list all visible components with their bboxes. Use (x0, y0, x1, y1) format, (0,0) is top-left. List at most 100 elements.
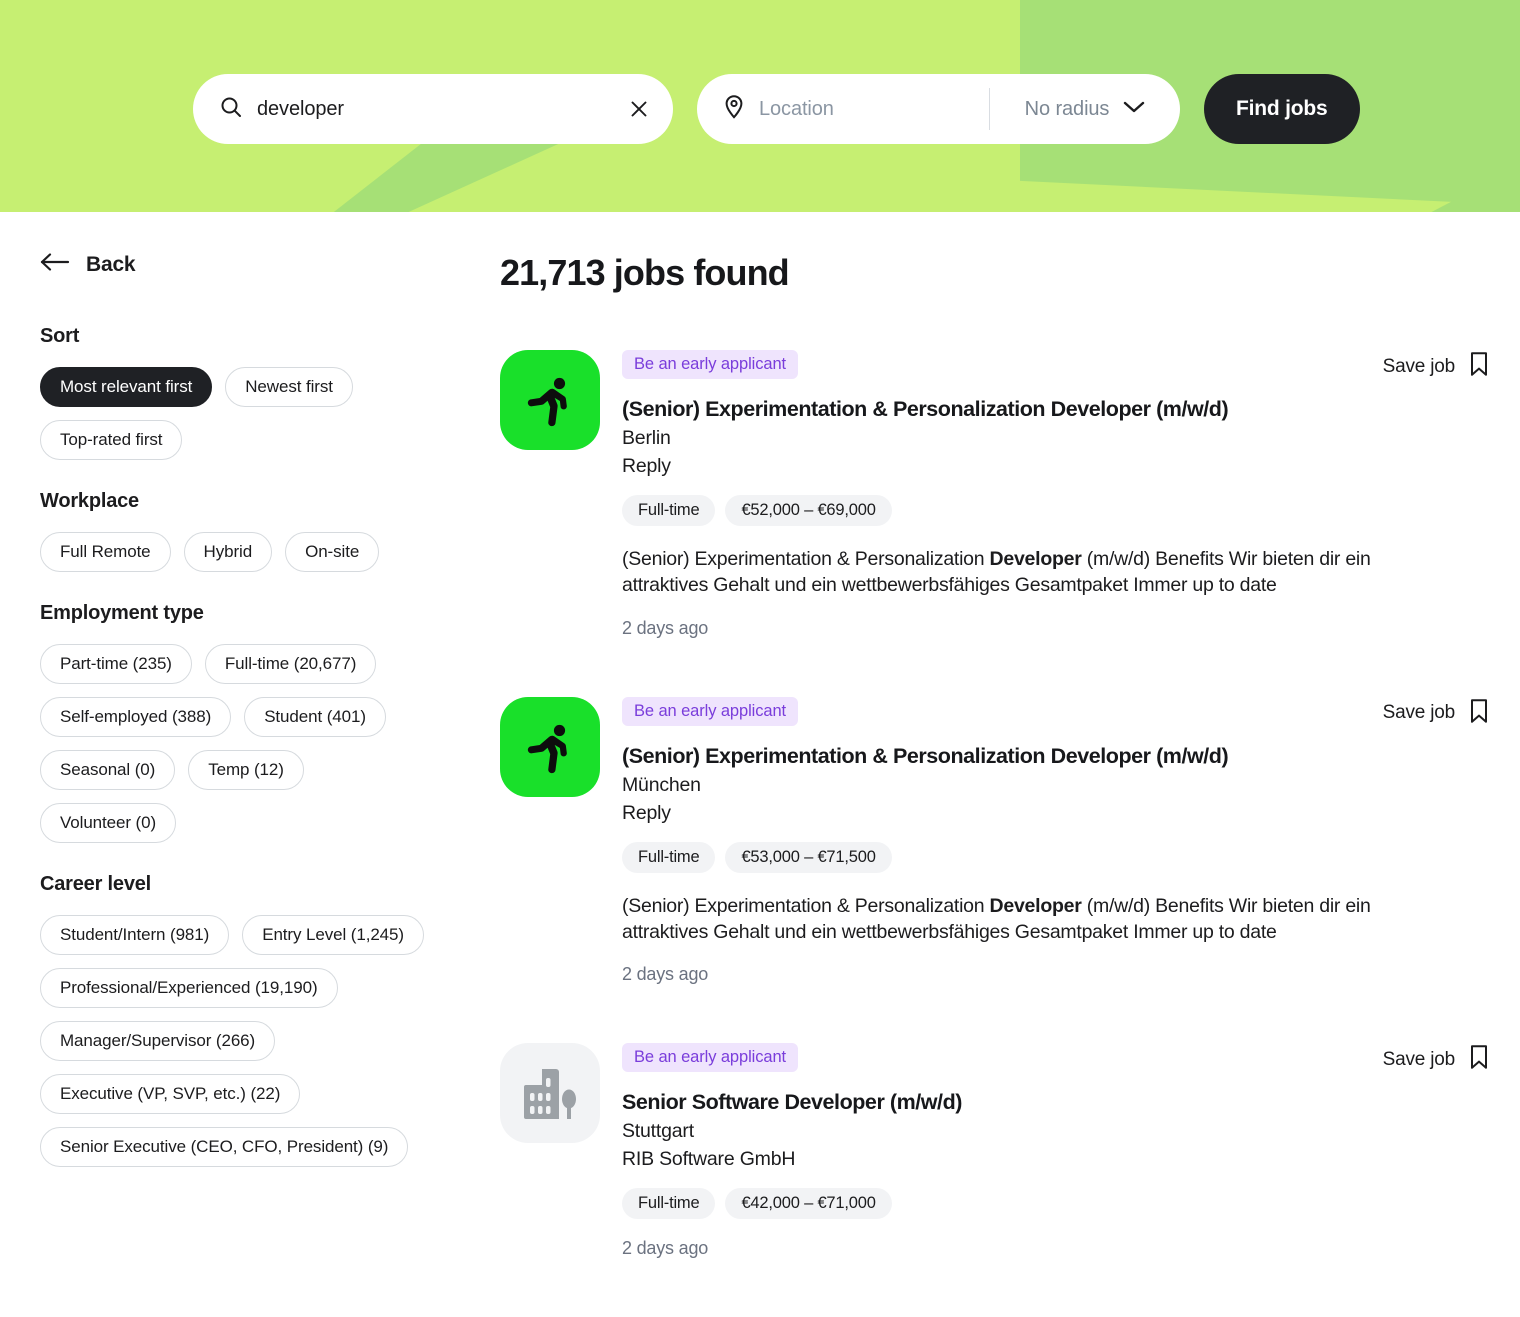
filter-chip[interactable]: Executive (VP, SVP, etc.) (22) (40, 1074, 301, 1114)
filter-chip[interactable]: Part-time (235) (40, 644, 192, 684)
filter-chip[interactable]: Most relevant first (40, 367, 213, 407)
save-job-label: Save job (1382, 702, 1456, 724)
save-job-button[interactable]: Save job (1383, 1043, 1490, 1075)
job-tag-row: Full-time €42,000 – €71,000 (622, 1188, 1490, 1220)
search-bar: developer Location No radius Find jobs (193, 74, 1360, 144)
arrow-left-icon (40, 252, 70, 277)
filter-chip[interactable]: Entry Level (1,245) (242, 915, 424, 955)
filter-chip[interactable]: Full-time (20,677) (204, 644, 377, 684)
filter-chip[interactable]: Student (401) (244, 697, 386, 737)
job-card-body: Be an early applicant Save job (Senior) Ex… (622, 350, 1490, 639)
runner-icon (500, 350, 600, 450)
search-input[interactable]: developer (257, 98, 615, 121)
location-field: Location No radius (697, 74, 1180, 144)
filter-chip[interactable]: Student/Intern (981) (40, 915, 230, 955)
filter-group: Career level Student/Intern (981) Entry Le… (40, 873, 500, 1167)
page-content: Back Sort Most relevant first Newest first… (0, 212, 1520, 1317)
job-card-header: Be an early applicant Save job (622, 350, 1490, 382)
filter-chip[interactable]: Seasonal (0) (40, 750, 176, 790)
job-card-body: Be an early applicant Save job Senior Soft… (622, 1043, 1490, 1259)
job-tag-row: Full-time €52,000 – €69,000 (622, 495, 1490, 526)
job-tag: Full-time (622, 1188, 716, 1220)
back-label: Back (86, 252, 136, 276)
job-tag: Full-time (622, 841, 716, 873)
bookmark-icon (1468, 351, 1490, 382)
job-results: 21,713 jobs found Be an early applicant S… (500, 252, 1520, 1317)
runner-icon (500, 696, 600, 797)
clear-search-button[interactable] (629, 99, 649, 119)
filter-chip[interactable]: Top-rated first (40, 420, 183, 460)
save-job-label: Save job (1382, 1048, 1456, 1070)
job-list: Be an early applicant Save job (Senior) Ex… (500, 350, 1490, 1259)
job-posted-time: 2 days ago (622, 1238, 709, 1259)
filter-chip-row: Full Remote Hybrid On-site (40, 532, 440, 572)
filter-chip-row: Part-time (235) Full-time (20,677) Self-em… (40, 644, 440, 843)
save-job-button[interactable]: Save job (1383, 350, 1490, 382)
job-snippet: (Senior) Experimentation & Personalizati… (622, 548, 1371, 597)
page-title: 21,713 jobs found (500, 252, 790, 293)
location-placeholder: Location (759, 97, 834, 120)
filter-chip[interactable]: Temp (12) (188, 750, 304, 790)
filter-group-heading: Career level (40, 873, 152, 895)
filter-group-heading: Workplace (40, 490, 139, 512)
search-icon (219, 95, 243, 124)
bookmark-icon (1468, 1044, 1490, 1075)
filter-groups: Sort Most relevant first Newest first Top-r… (40, 325, 500, 1167)
radius-select[interactable]: No radius (990, 74, 1180, 144)
job-card[interactable]: Be an early applicant Save job Senior Soft… (500, 1043, 1490, 1259)
filter-chip[interactable]: On-site (285, 532, 380, 572)
back-button[interactable]: Back (40, 252, 136, 277)
site-header: developer Location No radius Find jobs (0, 0, 1520, 212)
keyword-search-field[interactable]: developer (193, 74, 673, 144)
job-tag: €52,000 – €69,000 (725, 495, 892, 526)
chevron-down-icon (1123, 100, 1145, 119)
job-posted-time: 2 days ago (622, 964, 709, 985)
filter-group: Workplace Full Remote Hybrid On-site (40, 490, 500, 572)
job-title[interactable]: (Senior) Experimentation & Personalizati… (622, 397, 1490, 422)
job-location: Berlin (622, 427, 671, 449)
early-applicant-badge: Be an early applicant (622, 696, 798, 726)
job-snippet-highlight: Developer (989, 894, 1082, 917)
job-tag: Full-time (622, 495, 716, 526)
save-job-button[interactable]: Save job (1383, 697, 1490, 729)
job-card-header: Be an early applicant Save job (622, 1043, 1490, 1075)
building-icon (500, 1043, 600, 1144)
map-pin-icon (723, 94, 745, 125)
job-tag: €42,000 – €71,000 (725, 1188, 892, 1220)
filter-chip[interactable]: Newest first (225, 367, 353, 407)
job-card-body: Be an early applicant Save job (Senior) Ex… (622, 696, 1490, 986)
filter-chip[interactable]: Manager/Supervisor (266) (40, 1021, 276, 1061)
filter-chip[interactable]: Self-employed (388) (40, 697, 232, 737)
filters-sidebar: Back Sort Most relevant first Newest first… (0, 252, 500, 1317)
bookmark-icon (1468, 698, 1490, 729)
early-applicant-badge: Be an early applicant (622, 350, 798, 379)
job-tag-row: Full-time €53,000 – €71,500 (622, 841, 1490, 873)
early-applicant-badge: Be an early applicant (622, 1043, 798, 1073)
header-decoration-shape (330, 140, 567, 212)
filter-group-heading: Employment type (40, 602, 204, 624)
filter-chip-row: Most relevant first Newest first Top-rated… (40, 367, 440, 460)
job-location: München (622, 773, 701, 796)
job-snippet-highlight: Developer (989, 548, 1082, 570)
job-card[interactable]: Be an early applicant Save job (Senior) Ex… (500, 350, 1490, 639)
filter-chip[interactable]: Full Remote (40, 532, 171, 572)
job-card[interactable]: Be an early applicant Save job (Senior) Ex… (500, 696, 1490, 986)
filter-chip-row: Student/Intern (981) Entry Level (1,245) P… (40, 915, 440, 1167)
find-jobs-button[interactable]: Find jobs (1204, 74, 1360, 144)
job-snippet: (Senior) Experimentation & Personalizati… (622, 894, 1371, 943)
job-location: Stuttgart (622, 1120, 694, 1143)
filter-chip[interactable]: Hybrid (183, 532, 273, 572)
filter-chip[interactable]: Volunteer (0) (40, 803, 177, 843)
job-company: RIB Software GmbH (622, 1148, 796, 1171)
filter-group: Sort Most relevant first Newest first Top-r… (40, 325, 500, 460)
job-title[interactable]: Senior Software Developer (m/w/d) (622, 1090, 1490, 1115)
job-tag: €53,000 – €71,500 (725, 841, 892, 873)
filter-chip[interactable]: Professional/Experienced (19,190) (40, 968, 338, 1008)
filter-group-heading: Sort (40, 325, 80, 347)
job-company: Reply (622, 801, 671, 824)
job-posted-time: 2 days ago (622, 617, 709, 638)
filter-chip[interactable]: Senior Executive (CEO, CFO, President) (… (40, 1127, 409, 1167)
location-input[interactable]: Location (697, 74, 989, 144)
job-company: Reply (622, 455, 671, 477)
job-title[interactable]: (Senior) Experimentation & Personalizati… (622, 744, 1490, 769)
